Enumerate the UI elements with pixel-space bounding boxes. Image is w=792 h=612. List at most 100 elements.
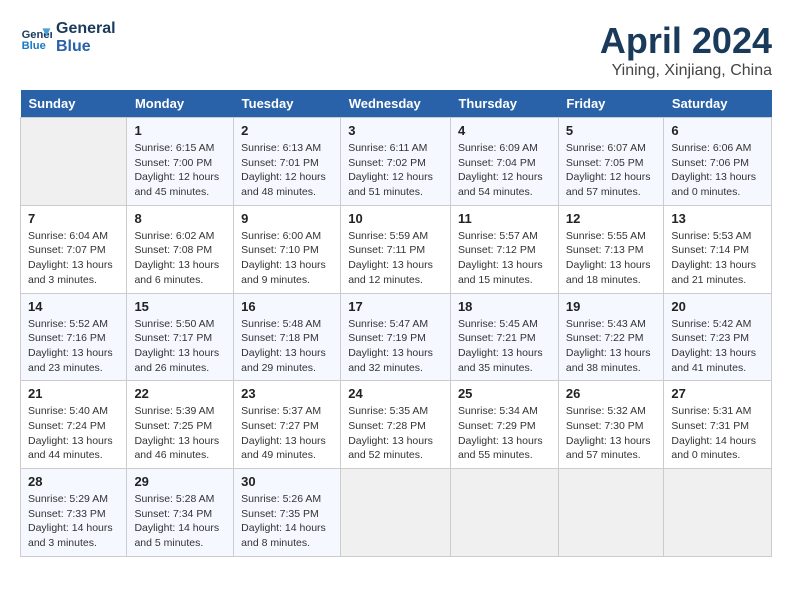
day-number: 2	[241, 123, 333, 138]
header-cell-tuesday: Tuesday	[234, 90, 341, 118]
day-number: 18	[458, 299, 551, 314]
day-cell	[664, 469, 772, 557]
day-number: 16	[241, 299, 333, 314]
day-cell	[21, 118, 127, 206]
day-number: 4	[458, 123, 551, 138]
day-cell: 13 Sunrise: 5:53 AM Sunset: 7:14 PM Dayli…	[664, 205, 772, 293]
day-number: 14	[28, 299, 119, 314]
day-cell: 21 Sunrise: 5:40 AM Sunset: 7:24 PM Dayli…	[21, 381, 127, 469]
day-info: Sunrise: 5:39 AM Sunset: 7:25 PM Dayligh…	[134, 404, 226, 463]
day-number: 19	[566, 299, 657, 314]
week-row: 14 Sunrise: 5:52 AM Sunset: 7:16 PM Dayli…	[21, 293, 772, 381]
day-info: Sunrise: 5:29 AM Sunset: 7:33 PM Dayligh…	[28, 492, 119, 551]
day-number: 29	[134, 474, 226, 489]
day-number: 27	[671, 386, 764, 401]
day-info: Sunrise: 5:32 AM Sunset: 7:30 PM Dayligh…	[566, 404, 657, 463]
day-cell: 2 Sunrise: 6:13 AM Sunset: 7:01 PM Daylig…	[234, 118, 341, 206]
day-number: 30	[241, 474, 333, 489]
day-info: Sunrise: 5:45 AM Sunset: 7:21 PM Dayligh…	[458, 317, 551, 376]
day-cell: 23 Sunrise: 5:37 AM Sunset: 7:27 PM Dayli…	[234, 381, 341, 469]
day-cell	[341, 469, 451, 557]
day-number: 23	[241, 386, 333, 401]
day-info: Sunrise: 5:43 AM Sunset: 7:22 PM Dayligh…	[566, 317, 657, 376]
day-cell: 6 Sunrise: 6:06 AM Sunset: 7:06 PM Daylig…	[664, 118, 772, 206]
day-cell: 3 Sunrise: 6:11 AM Sunset: 7:02 PM Daylig…	[341, 118, 451, 206]
week-row: 1Sunrise: 6:15 AM Sunset: 7:00 PM Daylig…	[21, 118, 772, 206]
day-info: Sunrise: 5:59 AM Sunset: 7:11 PM Dayligh…	[348, 229, 443, 288]
calendar-table: SundayMondayTuesdayWednesdayThursdayFrid…	[20, 90, 772, 557]
calendar-header: SundayMondayTuesdayWednesdayThursdayFrid…	[21, 90, 772, 118]
day-cell: 11 Sunrise: 5:57 AM Sunset: 7:12 PM Dayli…	[450, 205, 558, 293]
day-info: Sunrise: 5:52 AM Sunset: 7:16 PM Dayligh…	[28, 317, 119, 376]
logo-text: General Blue	[56, 20, 116, 56]
title-area: April 2024 Yining, Xinjiang, China	[600, 20, 772, 80]
day-cell: 9 Sunrise: 6:00 AM Sunset: 7:10 PM Daylig…	[234, 205, 341, 293]
day-info: Sunrise: 6:04 AM Sunset: 7:07 PM Dayligh…	[28, 229, 119, 288]
day-number: 25	[458, 386, 551, 401]
day-number: 11	[458, 211, 551, 226]
header-row: SundayMondayTuesdayWednesdayThursdayFrid…	[21, 90, 772, 118]
subtitle: Yining, Xinjiang, China	[600, 62, 772, 80]
header-cell-saturday: Saturday	[664, 90, 772, 118]
day-cell: 22 Sunrise: 5:39 AM Sunset: 7:25 PM Dayli…	[127, 381, 234, 469]
day-cell	[450, 469, 558, 557]
logo: General Blue General Blue	[20, 20, 116, 56]
day-number: 6	[671, 123, 764, 138]
day-number: 28	[28, 474, 119, 489]
day-info: Sunrise: 6:11 AM Sunset: 7:02 PM Dayligh…	[348, 141, 443, 200]
day-number: 9	[241, 211, 333, 226]
header-cell-sunday: Sunday	[21, 90, 127, 118]
day-info: Sunrise: 5:53 AM Sunset: 7:14 PM Dayligh…	[671, 229, 764, 288]
day-cell: 24Sunrise: 5:35 AM Sunset: 7:28 PM Dayli…	[341, 381, 451, 469]
day-info: Sunrise: 5:57 AM Sunset: 7:12 PM Dayligh…	[458, 229, 551, 288]
day-cell: 1Sunrise: 6:15 AM Sunset: 7:00 PM Daylig…	[127, 118, 234, 206]
day-info: Sunrise: 6:00 AM Sunset: 7:10 PM Dayligh…	[241, 229, 333, 288]
logo-icon: General Blue	[20, 22, 52, 54]
day-info: Sunrise: 5:50 AM Sunset: 7:17 PM Dayligh…	[134, 317, 226, 376]
day-number: 7	[28, 211, 119, 226]
day-info: Sunrise: 6:07 AM Sunset: 7:05 PM Dayligh…	[566, 141, 657, 200]
day-info: Sunrise: 5:34 AM Sunset: 7:29 PM Dayligh…	[458, 404, 551, 463]
day-info: Sunrise: 5:26 AM Sunset: 7:35 PM Dayligh…	[241, 492, 333, 551]
day-cell: 28 Sunrise: 5:29 AM Sunset: 7:33 PM Dayli…	[21, 469, 127, 557]
day-info: Sunrise: 6:02 AM Sunset: 7:08 PM Dayligh…	[134, 229, 226, 288]
header-cell-wednesday: Wednesday	[341, 90, 451, 118]
day-number: 5	[566, 123, 657, 138]
day-cell: 26 Sunrise: 5:32 AM Sunset: 7:30 PM Dayli…	[558, 381, 664, 469]
day-info: Sunrise: 5:28 AM Sunset: 7:34 PM Dayligh…	[134, 492, 226, 551]
day-number: 12	[566, 211, 657, 226]
day-info: Sunrise: 5:42 AM Sunset: 7:23 PM Dayligh…	[671, 317, 764, 376]
day-cell: 4Sunrise: 6:09 AM Sunset: 7:04 PM Daylig…	[450, 118, 558, 206]
day-info: Sunrise: 5:40 AM Sunset: 7:24 PM Dayligh…	[28, 404, 119, 463]
day-info: Sunrise: 6:13 AM Sunset: 7:01 PM Dayligh…	[241, 141, 333, 200]
day-number: 8	[134, 211, 226, 226]
header: General Blue General Blue April 2024 Yin…	[20, 20, 772, 80]
day-number: 17	[348, 299, 443, 314]
day-number: 26	[566, 386, 657, 401]
day-info: Sunrise: 5:55 AM Sunset: 7:13 PM Dayligh…	[566, 229, 657, 288]
day-number: 3	[348, 123, 443, 138]
day-number: 20	[671, 299, 764, 314]
day-info: Sunrise: 6:15 AM Sunset: 7:00 PM Dayligh…	[134, 141, 226, 200]
header-cell-monday: Monday	[127, 90, 234, 118]
main-title: April 2024	[600, 20, 772, 62]
day-number: 15	[134, 299, 226, 314]
svg-text:Blue: Blue	[22, 40, 46, 52]
day-cell: 7 Sunrise: 6:04 AM Sunset: 7:07 PM Daylig…	[21, 205, 127, 293]
day-number: 21	[28, 386, 119, 401]
day-cell: 15 Sunrise: 5:50 AM Sunset: 7:17 PM Dayli…	[127, 293, 234, 381]
day-number: 10	[348, 211, 443, 226]
day-info: Sunrise: 6:06 AM Sunset: 7:06 PM Dayligh…	[671, 141, 764, 200]
header-cell-thursday: Thursday	[450, 90, 558, 118]
week-row: 28 Sunrise: 5:29 AM Sunset: 7:33 PM Dayli…	[21, 469, 772, 557]
day-cell: 8 Sunrise: 6:02 AM Sunset: 7:08 PM Daylig…	[127, 205, 234, 293]
day-number: 13	[671, 211, 764, 226]
day-info: Sunrise: 5:37 AM Sunset: 7:27 PM Dayligh…	[241, 404, 333, 463]
day-cell: 20 Sunrise: 5:42 AM Sunset: 7:23 PM Dayli…	[664, 293, 772, 381]
day-cell: 17Sunrise: 5:47 AM Sunset: 7:19 PM Dayli…	[341, 293, 451, 381]
calendar-body: 1Sunrise: 6:15 AM Sunset: 7:00 PM Daylig…	[21, 118, 772, 557]
day-cell: 19 Sunrise: 5:43 AM Sunset: 7:22 PM Dayli…	[558, 293, 664, 381]
day-number: 22	[134, 386, 226, 401]
day-cell: 25 Sunrise: 5:34 AM Sunset: 7:29 PM Dayli…	[450, 381, 558, 469]
week-row: 7 Sunrise: 6:04 AM Sunset: 7:07 PM Daylig…	[21, 205, 772, 293]
